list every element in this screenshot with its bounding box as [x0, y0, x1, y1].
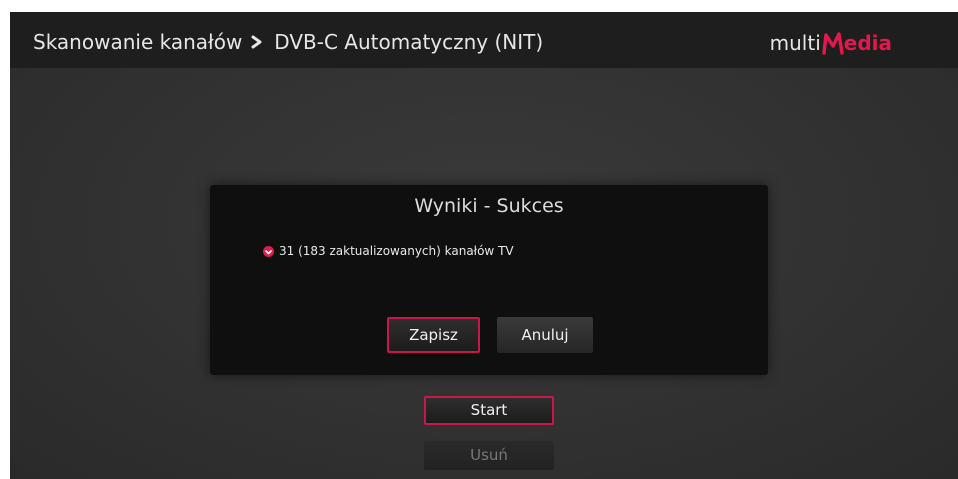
breadcrumb-parent: Skanowanie kanałów — [33, 30, 243, 54]
red-check-bullet-icon — [263, 245, 274, 257]
header-bar: Skanowanie kanałów DVB-C Automatyczny (N… — [10, 12, 958, 68]
result-text: 31 (183 zaktualizowanych) kanałów TV — [279, 244, 514, 258]
cancel-button[interactable]: Anuluj — [497, 317, 593, 353]
delete-button[interactable]: Usuń — [424, 441, 554, 470]
tv-screen: Skanowanie kanałów DVB-C Automatyczny (N… — [10, 12, 958, 479]
logo-m-glyph-icon — [822, 32, 844, 55]
save-button[interactable]: Zapisz — [387, 317, 480, 353]
results-dialog: Wyniki - Sukces 31 (183 zaktualizowanych… — [210, 185, 768, 375]
result-item: 31 (183 zaktualizowanych) kanałów TV — [263, 244, 514, 258]
logo-text-suffix: edia — [843, 31, 892, 55]
breadcrumb: Skanowanie kanałów DVB-C Automatyczny (N… — [33, 27, 543, 57]
logo-text-prefix: multi — [769, 31, 821, 55]
dialog-title: Wyniki - Sukces — [414, 195, 564, 217]
multimedia-logo: multi edia — [770, 28, 892, 58]
breadcrumb-current: DVB-C Automatyczny (NIT) — [274, 30, 544, 54]
start-button[interactable]: Start — [424, 396, 554, 425]
chevron-right-icon — [251, 35, 262, 49]
